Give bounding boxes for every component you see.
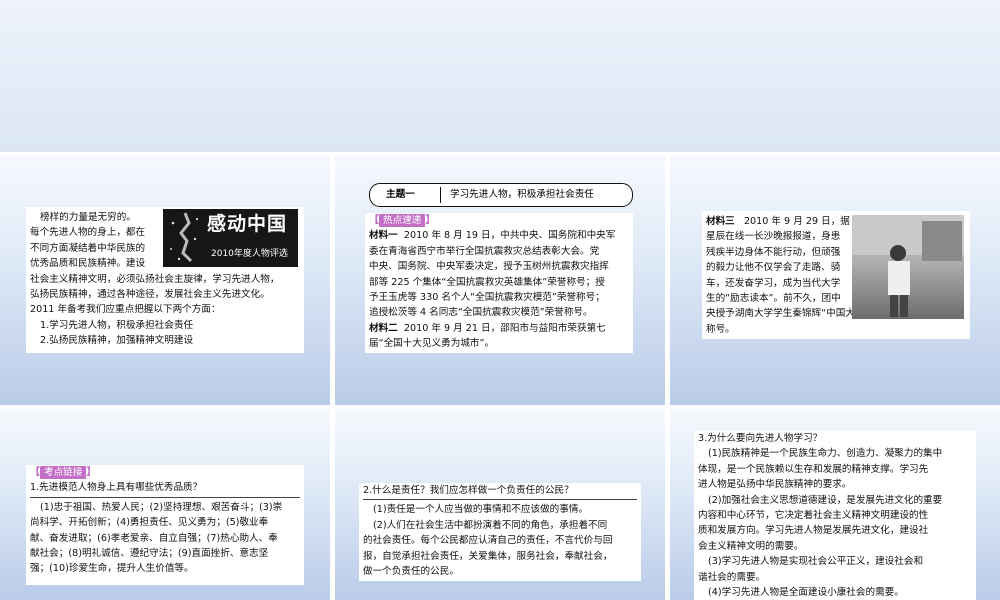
question-2: 2.什么是责任？我们应怎样做一个负责任的公民？ xyxy=(363,485,574,496)
text-line: 质和发展方向。学习先进人物是发展先进文化，建设社 xyxy=(698,525,929,537)
text-line: 予王玉虎等 330 名个人“全国抗震救灾模范”荣誉称号； xyxy=(369,292,605,304)
text-line: 会主义精神文明的需要。 xyxy=(698,540,804,552)
theme-text: 学习先进人物，积极承担社会责任 xyxy=(450,189,594,200)
text-line: 内容和中心环节，它决定着社会主义精神文明建设的性 xyxy=(698,510,929,522)
text-line: 社会主义精神文明，必须弘扬社会主旋律，学习先进人物， xyxy=(30,273,280,285)
divider xyxy=(363,499,637,501)
person-photo-icon xyxy=(852,215,964,317)
point-item: 2.弘扬民族精神，加强精神文明建设 xyxy=(40,335,194,347)
slide-1-text-card: 感动中国 2010年度人物评选 榜样的力量是无穷的。 每个先进人物的身上，都在 … xyxy=(26,207,304,353)
slide-4-text-card: 【考点链接】 1.先进模范人物身上具有哪些优秀品质？ (1)忠于祖国、热爱人民；… xyxy=(26,465,304,585)
slide-thumbnail-4[interactable]: 【考点链接】 1.先进模范人物身上具有哪些优秀品质？ (1)忠于祖国、热爱人民；… xyxy=(0,409,330,600)
point-item: 1.学习先进人物，积极承担社会责任 xyxy=(40,319,194,331)
question-1: 1.先进模范人物身上具有哪些优秀品质？ xyxy=(30,482,203,494)
text-line: 称号。 xyxy=(706,323,735,335)
text-line: 尚科学、开拓创新；(4)勇担责任、见义勇为；(5)敬业奉 xyxy=(30,517,269,529)
text-line: 2010 年 9 月 21 日，邵阳市与益阳市荣获第七 xyxy=(403,322,606,334)
theme-caption: 主题一 xyxy=(386,189,415,200)
gandong-zhongguo-banner-image: 感动中国 2010年度人物评选 xyxy=(163,209,298,267)
text-line: (3)学习先进人物是实现社会公平正义，建设社会和 xyxy=(708,556,924,568)
top-background-band xyxy=(0,0,1000,152)
text-line: (2)人们在社会生活中都扮演着不同的角色，承担着不同 xyxy=(373,519,608,531)
exam-link-tag: 考点链接 xyxy=(40,466,87,479)
slide-thumbnail-3[interactable]: 材料三 2010 年 9 月 29 日，据 星辰在线一长沙晚报报道，身患 残疾半… xyxy=(670,155,1000,405)
text-line: 2010 年 9 月 29 日，据 xyxy=(743,216,850,227)
text-line: 追授松茨等 4 名同志“全国抗震救灾模范”荣誉称号。 xyxy=(369,307,593,319)
text-line: 报，自觉承担社会责任，关爱集体，服务社会，奉献社会， xyxy=(363,550,613,562)
text-line: 体现，是一个民族赖以生存和发展的精神支撑。学习先 xyxy=(698,463,929,475)
slide-5-text-card: 2.什么是责任？我们应怎样做一个负责任的公民？ (1)责任是一个人应当做的事情和… xyxy=(359,483,641,581)
text-line: (1)责任是一个人应当做的事情和不应该做的事情。 xyxy=(373,504,589,516)
text-line: 弘扬民族精神，通过各种途径，发展社会主义先进文化。 xyxy=(30,289,270,301)
text-line: 2010 年 8 月 19 日，中共中央、国务院和中央军 xyxy=(403,230,616,242)
slide-thumbnail-2[interactable]: 主题一 学习先进人物，积极承担社会责任 【热点速递】 材料一 2010 年 8 … xyxy=(335,155,665,405)
text-line: 中央、国务院、中央军委决定，授予玉树州抗震救灾指挥 xyxy=(369,261,609,273)
slide-2-text-card: 【热点速递】 材料一 2010 年 8 月 19 日，中共中央、国务院和中央军 … xyxy=(365,213,633,353)
hot-topic-tag: 热点速递 xyxy=(379,214,426,227)
material-1-label: 材料一 xyxy=(369,230,398,242)
slide-3-text-card: 材料三 2010 年 9 月 29 日，据 星辰在线一长沙晚报报道，身患 残疾半… xyxy=(702,211,970,339)
material-2-label: 材料二 xyxy=(369,322,398,334)
slide-thumbnail-1[interactable]: 感动中国 2010年度人物评选 榜样的力量是无穷的。 每个先进人物的身上，都在 … xyxy=(0,155,330,405)
text-line: (4)学习先进人物是全面建设小康社会的需要。 xyxy=(708,587,904,599)
slide-thumbnail-5[interactable]: 2.什么是责任？我们应怎样做一个负责任的公民？ (1)责任是一个人应当做的事情和… xyxy=(335,409,665,600)
question-3: 3.为什么要向先进人物学习？ xyxy=(698,433,823,444)
text-line: 2011 年备考我们应重点把握以下两个方面： xyxy=(30,304,221,316)
text-line: 届“全国十大见义勇为城市”。 xyxy=(369,338,495,350)
text-line: 强；(10)珍爱生命，提升人生价值等。 xyxy=(30,563,194,575)
text-line: 部等 225 个集体“全国抗震救灾英雄集体”荣誉称号；授 xyxy=(369,276,605,288)
text-line: (1)民族精神是一个民族生命力、创造力、凝聚力的集中 xyxy=(708,448,943,460)
divider xyxy=(30,496,300,498)
text-line: 做一个负责任的公民。 xyxy=(363,566,459,578)
slide-6-text-card: 3.为什么要向先进人物学习？ (1)民族精神是一个民族生命力、创造力、凝聚力的集… xyxy=(694,431,976,600)
text-line: (2)加强社会主义思想道德建设，是发展先进文化的重要 xyxy=(708,494,943,506)
text-line: 进人物是弘扬中华民族精神的要求。 xyxy=(698,479,852,491)
divider xyxy=(440,187,441,203)
text-line: 委在青海省西宁市举行全国抗震救灾总结表彰大会。党 xyxy=(369,245,600,257)
text-line: 献社会；(8)明礼诚信、遵纪守法；(9)直面挫折、意志坚 xyxy=(30,548,269,560)
student-photo xyxy=(852,215,964,319)
banner-subtitle: 2010年度人物评选 xyxy=(211,249,288,259)
text-line: 献、奋发进取；(6)孝老爱亲、自立自强；(7)热心助人、奉 xyxy=(30,532,278,544)
text-line: 的社会责任。每个公民都应认清自己的责任，不言代价与回 xyxy=(363,535,613,547)
theme-title-box: 主题一 学习先进人物，积极承担社会责任 xyxy=(369,183,633,207)
slide-thumbnail-6[interactable]: 3.为什么要向先进人物学习？ (1)民族精神是一个民族生命力、创造力、凝聚力的集… xyxy=(670,409,1000,600)
text-line: 谐社会的需要。 xyxy=(698,571,766,583)
banner-title: 感动中国 xyxy=(207,213,288,235)
material-3-label: 材料三 xyxy=(706,216,735,227)
trophy-icon xyxy=(170,212,199,263)
text-line: (1)忠于祖国、热爱人民；(2)坚持理想、艰苦奋斗；(3)崇 xyxy=(40,501,283,513)
